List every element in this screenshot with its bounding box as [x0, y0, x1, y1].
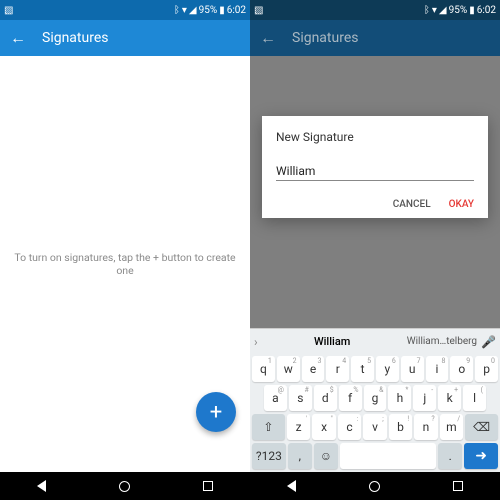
- cancel-button[interactable]: CANCEL: [393, 199, 431, 210]
- key-s[interactable]: s#: [289, 385, 312, 411]
- bluetooth-icon: ᛒ: [424, 5, 430, 16]
- battery-icon: ▮: [469, 5, 475, 16]
- suggestion-bar: › William William…telberg 🎤: [250, 328, 500, 354]
- okay-button[interactable]: OKAY: [449, 199, 474, 210]
- fab-plus-icon: +: [210, 400, 222, 425]
- comma-key[interactable]: ,: [288, 443, 312, 469]
- key-l[interactable]: l(: [463, 385, 486, 411]
- battery-text: 95%: [449, 5, 468, 16]
- shift-key[interactable]: [252, 414, 285, 440]
- key-q[interactable]: q1: [252, 356, 275, 382]
- key-m[interactable]: m/: [440, 414, 463, 440]
- key-j[interactable]: j-: [413, 385, 436, 411]
- keyboard-area: › William William…telberg 🎤 q1w2e3r4t5y6…: [250, 328, 500, 472]
- key-r[interactable]: r4: [326, 356, 349, 382]
- signal-icon: ◢: [439, 5, 447, 16]
- bluetooth-icon: ᛒ: [174, 5, 180, 16]
- screen-signatures-empty: ▧ ᛒ ▾ ◢ 95% ▮ 6:02 ← Signatures To turn …: [0, 0, 250, 500]
- dialog-actions: CANCEL OKAY: [276, 199, 474, 210]
- wifi-icon: ▾: [432, 5, 437, 16]
- app-bar-title: Signatures: [292, 30, 359, 46]
- key-n[interactable]: n?: [414, 414, 437, 440]
- android-nav-bar: [0, 472, 250, 500]
- suggestion-primary[interactable]: William: [262, 335, 403, 348]
- key-h[interactable]: h*: [388, 385, 411, 411]
- key-e[interactable]: e3: [302, 356, 325, 382]
- picture-icon: ▧: [254, 5, 263, 16]
- symbols-key[interactable]: ?123: [252, 443, 286, 469]
- app-bar: ← Signatures: [0, 20, 250, 56]
- key-o[interactable]: o9: [450, 356, 473, 382]
- key-t[interactable]: t5: [351, 356, 374, 382]
- key-v[interactable]: v;: [363, 414, 386, 440]
- key-g[interactable]: g&: [364, 385, 387, 411]
- key-k[interactable]: k+: [438, 385, 461, 411]
- key-b[interactable]: b!: [389, 414, 412, 440]
- space-key[interactable]: [340, 443, 436, 469]
- nav-back-icon[interactable]: [287, 480, 296, 492]
- back-arrow-icon[interactable]: ←: [260, 28, 276, 48]
- key-c[interactable]: c:: [338, 414, 361, 440]
- app-bar: ← Signatures: [250, 20, 500, 56]
- status-bar: ▧ ᛒ ▾ ◢ 95% ▮ 6:02: [0, 0, 250, 20]
- nav-home-icon[interactable]: [369, 481, 380, 492]
- key-w[interactable]: w2: [277, 356, 300, 382]
- key-z[interactable]: z': [287, 414, 310, 440]
- period-key[interactable]: .: [438, 443, 462, 469]
- app-bar-title: Signatures: [42, 30, 109, 46]
- key-y[interactable]: y6: [376, 356, 399, 382]
- screen-new-signature-dialog: ▧ ᛒ ▾ ◢ 95% ▮ 6:02 ← Signatures To turn …: [250, 0, 500, 500]
- key-u[interactable]: u7: [401, 356, 424, 382]
- key-x[interactable]: x": [312, 414, 335, 440]
- key-f[interactable]: f%: [339, 385, 362, 411]
- fab-add-signature[interactable]: +: [196, 392, 236, 432]
- battery-text: 95%: [199, 5, 218, 16]
- dimmed-content: To turn on signatures, tap the + button …: [250, 56, 500, 328]
- key-a[interactable]: a@: [264, 385, 287, 411]
- empty-hint-text: To turn on signatures, tap the + button …: [12, 251, 238, 277]
- new-signature-dialog: New Signature CANCEL OKAY: [262, 116, 488, 218]
- suggestion-secondary[interactable]: William…telberg: [407, 336, 477, 347]
- back-arrow-icon[interactable]: ←: [10, 28, 26, 48]
- wifi-icon: ▾: [182, 5, 187, 16]
- nav-recents-icon[interactable]: [203, 481, 213, 491]
- enter-key[interactable]: ➜: [464, 443, 498, 469]
- status-bar: ▧ ᛒ ▾ ◢ 95% ▮ 6:02: [250, 0, 500, 20]
- picture-icon: ▧: [4, 5, 13, 16]
- key-p[interactable]: p0: [475, 356, 498, 382]
- nav-recents-icon[interactable]: [453, 481, 463, 491]
- emoji-key[interactable]: [314, 443, 338, 469]
- empty-content: To turn on signatures, tap the + button …: [0, 56, 250, 472]
- key-i[interactable]: i8: [426, 356, 449, 382]
- chevron-right-icon[interactable]: ›: [254, 335, 258, 349]
- nav-home-icon[interactable]: [119, 481, 130, 492]
- clock-text: 6:02: [477, 5, 496, 16]
- keyboard: q1w2e3r4t5y6u7i8o9p0 a@s#d$f%g&h*j-k+l( …: [250, 354, 500, 472]
- dialog-title: New Signature: [276, 130, 474, 144]
- signature-name-input[interactable]: [276, 162, 474, 181]
- clock-text: 6:02: [227, 5, 246, 16]
- nav-back-icon[interactable]: [37, 480, 46, 492]
- mic-icon[interactable]: 🎤: [481, 335, 496, 349]
- android-nav-bar: [250, 472, 500, 500]
- key-d[interactable]: d$: [314, 385, 337, 411]
- signal-icon: ◢: [189, 5, 197, 16]
- backspace-key[interactable]: [465, 414, 498, 440]
- battery-icon: ▮: [219, 5, 225, 16]
